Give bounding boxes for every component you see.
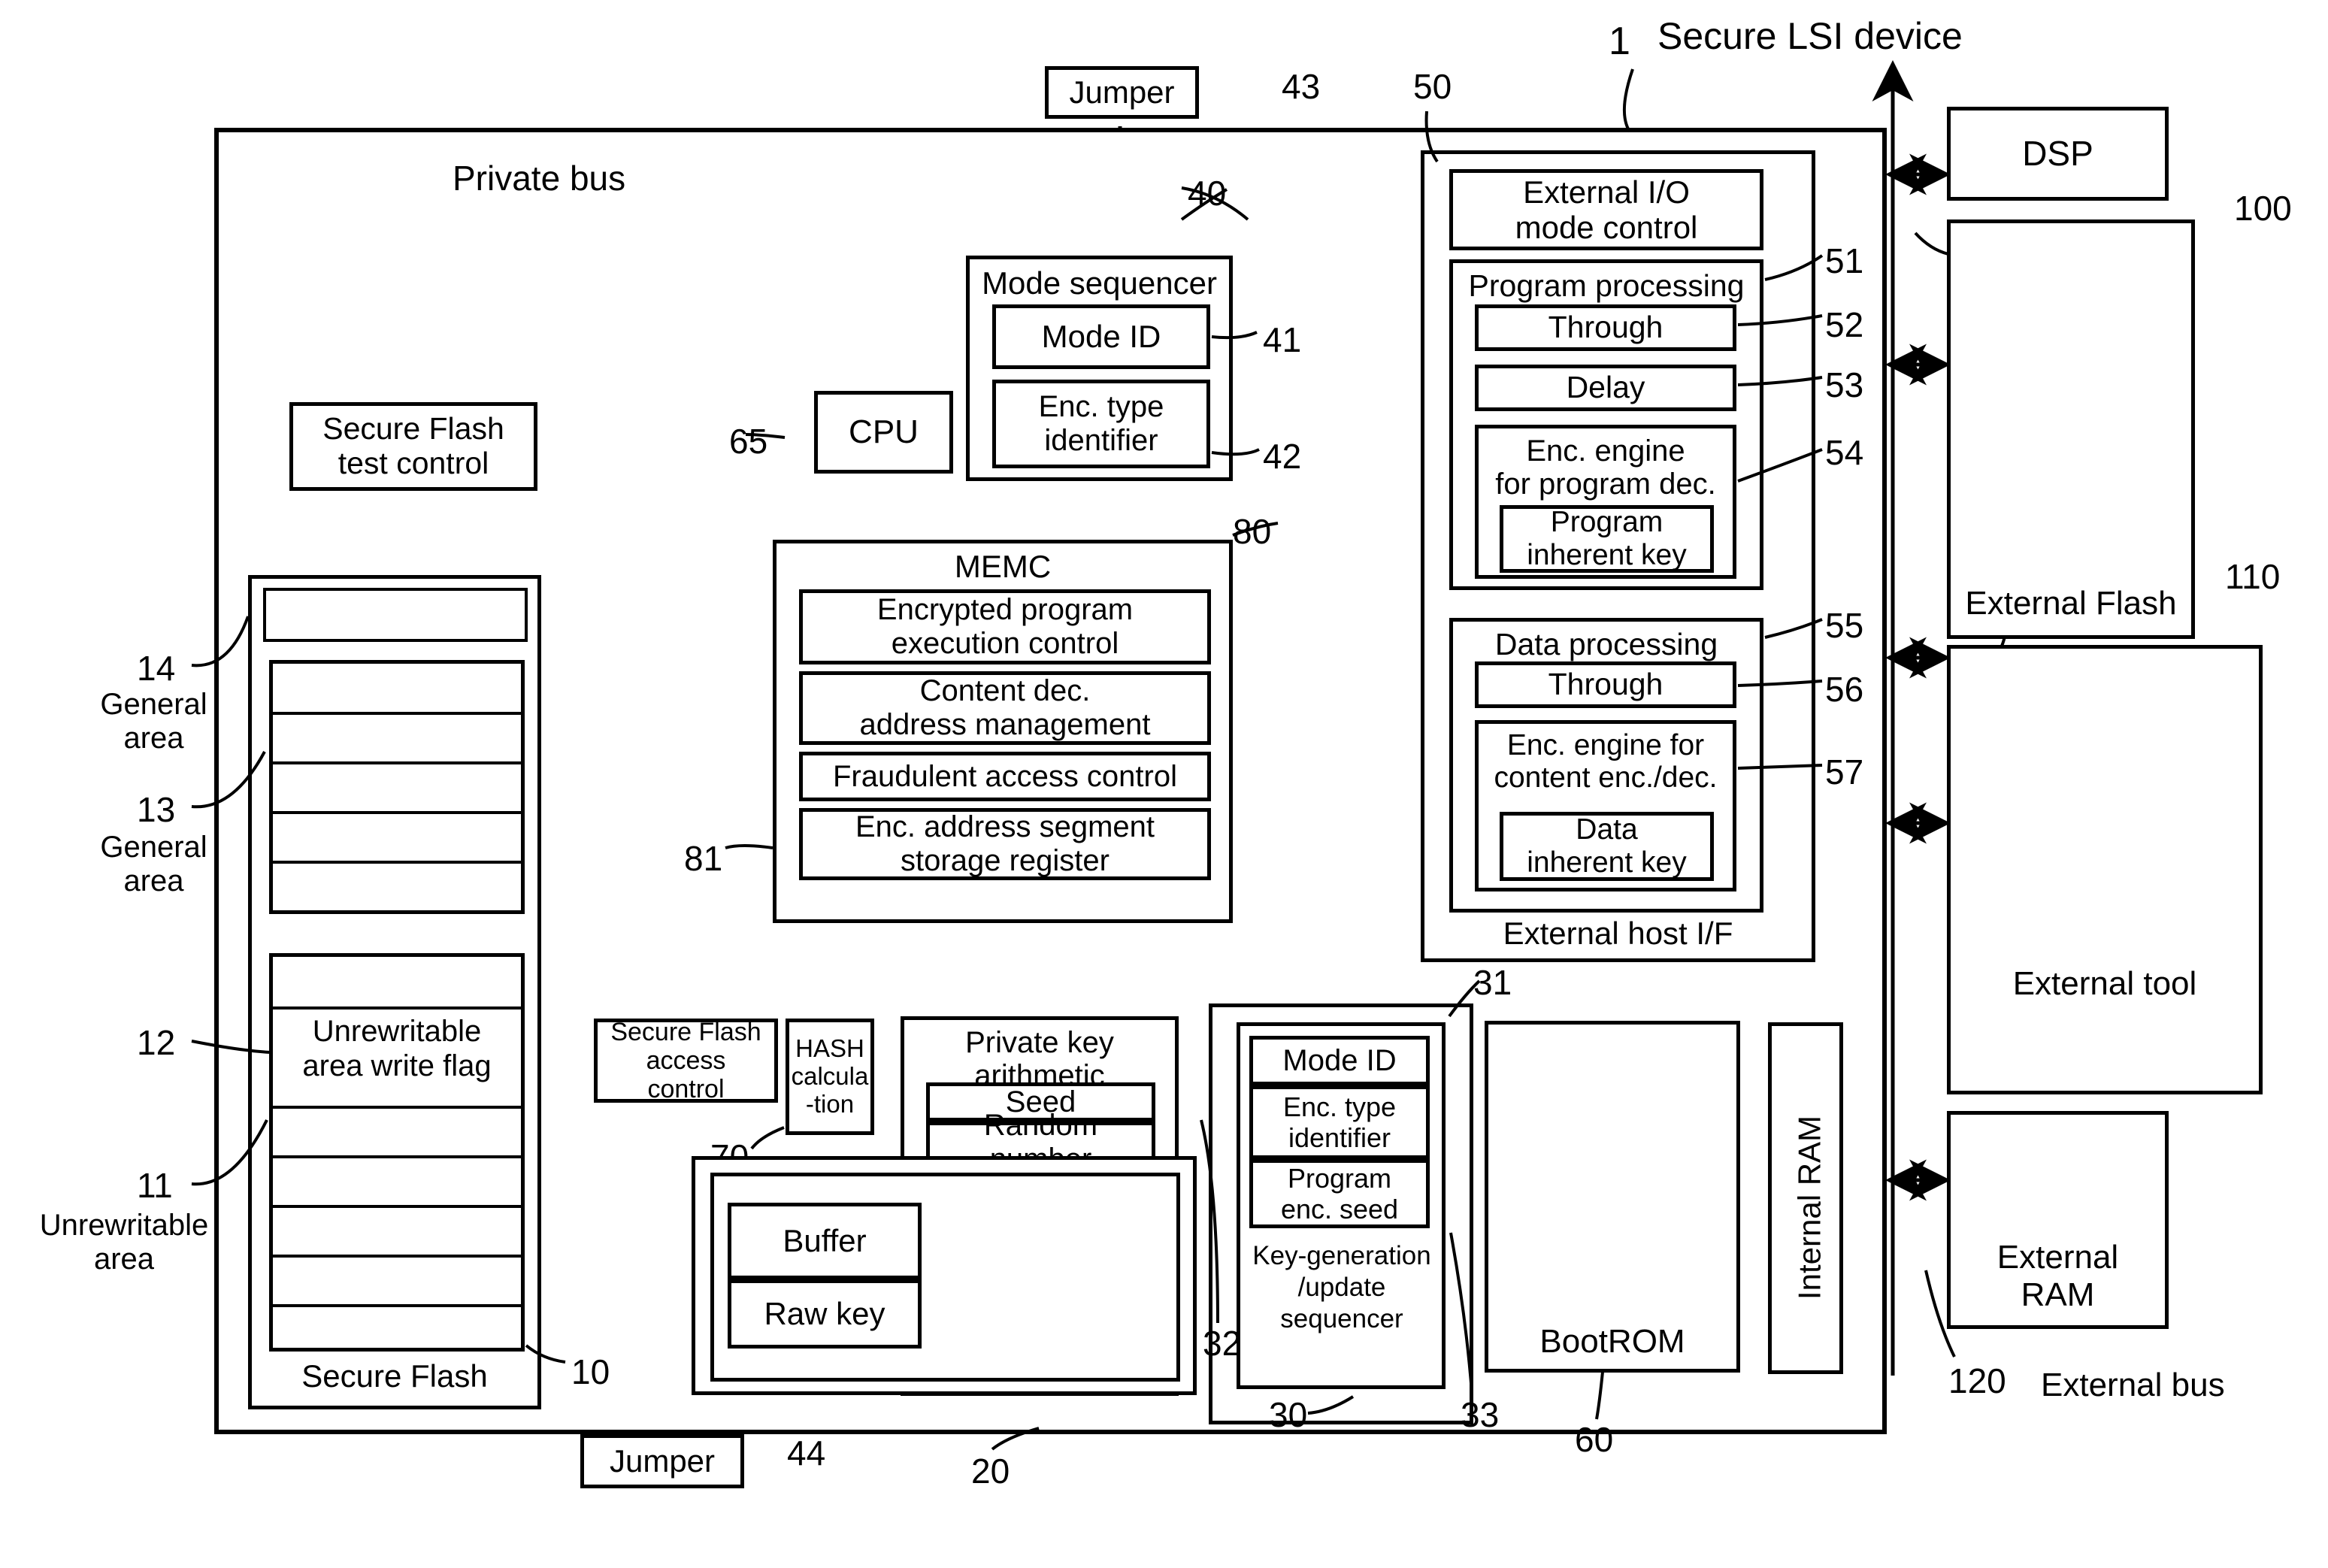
ref-44: 44	[787, 1433, 826, 1473]
mode-id-31: Mode ID	[1249, 1036, 1430, 1085]
ref-41: 41	[1263, 320, 1302, 359]
patent-block-diagram: Secure LSI device 1 Private bus Jumper 4…	[0, 0, 2328, 1568]
ref-120: 120	[1948, 1361, 2006, 1400]
general-area-13-group	[269, 660, 525, 914]
external-host-if-label: External host I/F	[1503, 915, 1733, 951]
ref-12: 12	[137, 1023, 176, 1062]
external-io-mode-control: External I/O mode control	[1449, 169, 1763, 250]
secure-flash-band-14	[263, 588, 528, 642]
secure-flash-test-control: Secure Flash test control	[289, 402, 537, 491]
ref-30: 30	[1269, 1395, 1308, 1434]
external-tool: External tool	[1947, 645, 2263, 1094]
ref-100: 100	[2234, 189, 2292, 228]
cpu: CPU	[814, 391, 953, 474]
unrewritable-area-group	[269, 953, 525, 1352]
data-through: Through	[1475, 661, 1736, 708]
mode-sequencer-label: Mode sequencer	[982, 265, 1217, 301]
ref-55: 55	[1825, 606, 1864, 645]
internal-ram-label: Internal RAM	[1791, 1115, 1827, 1300]
program-delay: Delay	[1475, 365, 1736, 411]
external-flash: External Flash	[1947, 219, 2195, 639]
ref-56: 56	[1825, 670, 1864, 709]
ref-43: 43	[1282, 67, 1321, 106]
ref-60: 60	[1575, 1420, 1614, 1459]
enc-engine-program-dec-label: Enc. engine for program dec.	[1495, 434, 1716, 501]
jumper-bottom[interactable]: Jumper	[580, 1434, 744, 1488]
enc-type-identifier-42: Enc. type identifier	[992, 380, 1210, 468]
ref-110: 110	[2225, 557, 2281, 596]
page-title: Secure LSI device	[1657, 15, 1963, 57]
mode-id-40: Mode ID	[992, 304, 1210, 369]
external-flash-label: External Flash	[1965, 584, 2177, 622]
ref-81: 81	[684, 839, 723, 878]
general-area-13-label: General area	[100, 831, 207, 898]
ref-1: 1	[1609, 20, 1630, 63]
ref-31: 31	[1473, 963, 1512, 1002]
hash-calculation: HASH calcula -tion	[786, 1019, 874, 1135]
encrypted-program-execution-control: Encrypted program execution control	[799, 589, 1211, 664]
general-area-14-label: General area	[100, 688, 207, 755]
unrewritable-area-write-flag-label: Unrewritable area write flag	[302, 1015, 492, 1082]
ref-52: 52	[1825, 305, 1864, 344]
secure-flash-label: Secure Flash	[301, 1358, 488, 1394]
enc-engine-content-label: Enc. engine for content enc./dec.	[1494, 729, 1718, 794]
bootrom: BootROM	[1485, 1021, 1740, 1373]
ref-40: 40	[1188, 174, 1227, 213]
ref-42: 42	[1263, 437, 1302, 476]
program-inherent-key: Program inherent key	[1500, 505, 1714, 573]
buffer: Buffer	[728, 1203, 922, 1279]
ref-54: 54	[1825, 433, 1864, 472]
external-bus-label: External bus	[2041, 1367, 2225, 1403]
program-processing-label: Program processing	[1468, 268, 1745, 303]
dsp: DSP	[1947, 107, 2169, 201]
program-enc-seed: Program enc. seed	[1249, 1159, 1430, 1228]
program-through: Through	[1475, 304, 1736, 351]
jumper-top[interactable]: Jumper	[1045, 66, 1199, 119]
secure-flash-access-control: Secure Flash access control	[594, 1018, 778, 1103]
ref-20: 20	[971, 1451, 1010, 1491]
ref-53: 53	[1825, 365, 1864, 404]
data-inherent-key: Data inherent key	[1500, 812, 1714, 881]
ref-11: 11	[137, 1166, 173, 1205]
ref-51: 51	[1825, 241, 1864, 280]
ref-10: 10	[571, 1352, 610, 1391]
ref-80: 80	[1233, 512, 1272, 551]
memc-label: MEMC	[954, 549, 1052, 584]
ref-57: 57	[1825, 752, 1864, 792]
bootrom-label: BootROM	[1539, 1322, 1685, 1360]
external-ram: External RAM	[1947, 1111, 2169, 1329]
enc-address-segment-storage-register: Enc. address segment storage register	[799, 808, 1211, 880]
ref-65: 65	[729, 422, 768, 461]
ref-14: 14	[137, 649, 176, 688]
enc-type-identifier-32: Enc. type identifier	[1249, 1085, 1430, 1159]
unrewritable-area-label: Unrewritable area	[39, 1209, 209, 1276]
raw-key: Raw key	[728, 1279, 922, 1349]
fraudulent-access-control: Fraudulent access control	[799, 752, 1211, 801]
ref-50: 50	[1413, 67, 1452, 106]
ref-13: 13	[137, 790, 176, 829]
content-dec-address-management: Content dec. address management	[799, 671, 1211, 745]
private-bus-label: Private bus	[453, 159, 626, 198]
internal-ram: Internal RAM	[1768, 1022, 1843, 1374]
data-processing-label: Data processing	[1494, 627, 1718, 661]
ref-32: 32	[1203, 1324, 1242, 1363]
ref-33: 33	[1461, 1395, 1500, 1434]
external-tool-label: External tool	[2012, 964, 2197, 1002]
key-generation-update-sequencer-label: Key-generation /update sequencer	[1252, 1241, 1431, 1333]
